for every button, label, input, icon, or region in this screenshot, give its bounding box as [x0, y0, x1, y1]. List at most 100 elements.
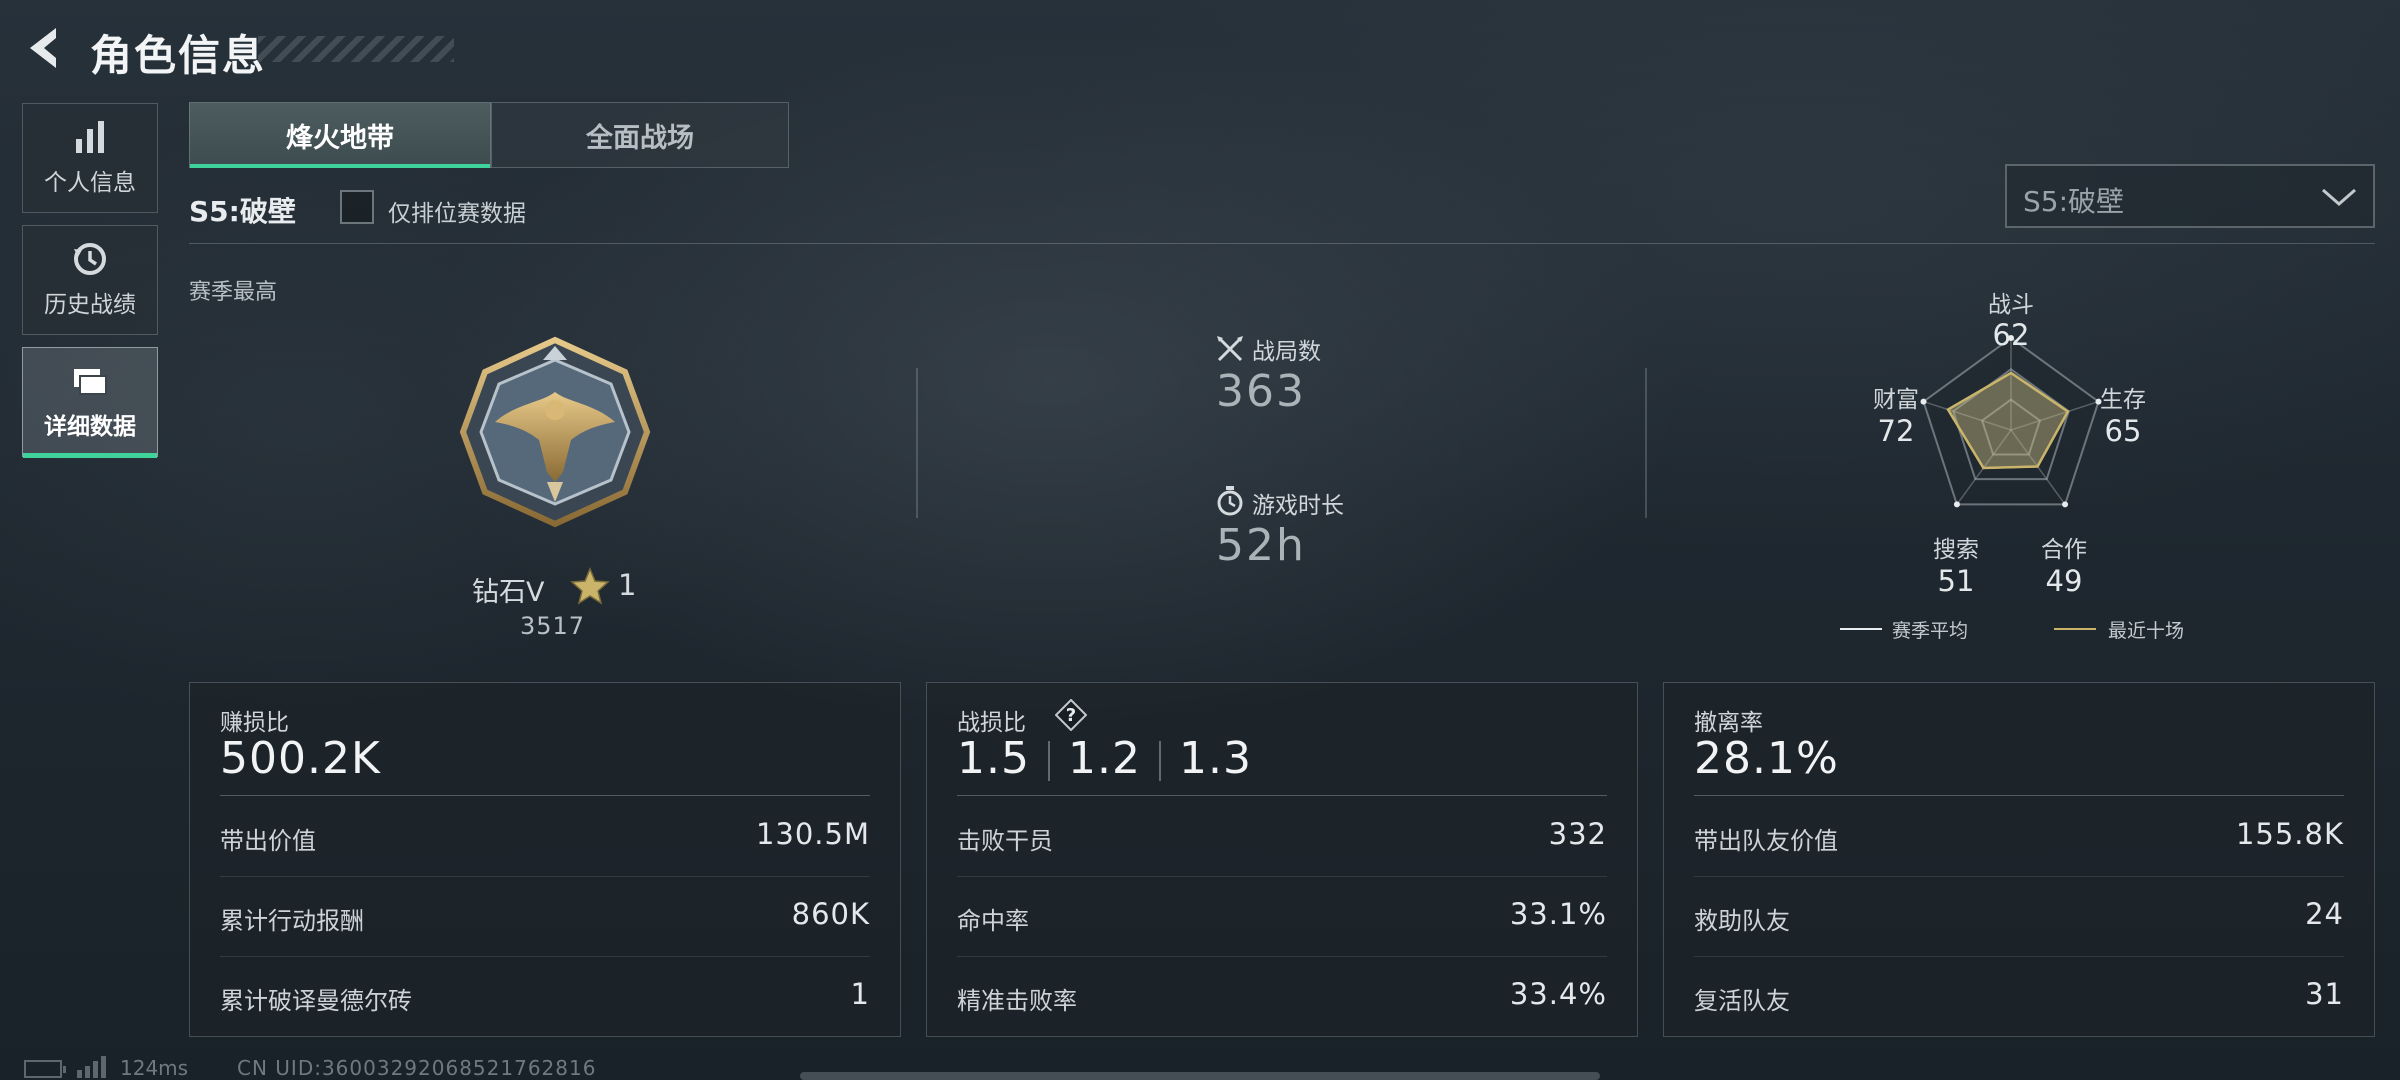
page-title: 角色信息	[90, 31, 267, 80]
ranked-only-label: 仅排位赛数据	[388, 201, 526, 227]
crossed-swords-icon	[1217, 336, 1243, 362]
stat-value: 332	[1548, 817, 1607, 851]
list-item: 累计破译曼德尔砖 1	[220, 957, 870, 1037]
divider	[916, 368, 918, 518]
radar-label: 合作	[2041, 537, 2087, 563]
list-item: 带出队友价值 155.8K	[1694, 797, 2344, 877]
sidebar-item-label: 详细数据	[44, 414, 136, 440]
card-title: 赚损比	[220, 710, 289, 736]
legend-season-average-swatch	[1840, 628, 1882, 630]
player-uid: CN UID:36003292068521762816	[237, 1056, 597, 1080]
stat-value: 33.4%	[1509, 977, 1607, 1011]
rank-name: 钻石V	[472, 577, 545, 608]
tab-full-battlefield[interactable]: 全面战场	[491, 102, 789, 168]
back-arrow-icon	[30, 28, 56, 68]
stat-value: 1	[850, 977, 870, 1011]
radar-value: 65	[2104, 414, 2142, 448]
combat-card: 战损比 ? 1.5 1.2 1.3 击败干员 332 命中率 33.1% 精准击败率…	[926, 682, 1638, 1037]
list-item: 复活队友 31	[1694, 957, 2344, 1037]
back-button[interactable]	[22, 24, 68, 72]
list-item: 精准击败率 33.4%	[957, 957, 1607, 1037]
svg-text:?: ?	[1066, 705, 1076, 726]
list-item: 救助队友 24	[1694, 877, 2344, 957]
ratio-value: 1.2	[1067, 733, 1141, 784]
playtime-value: 52h	[1216, 520, 1306, 571]
season-best-label: 赛季最高	[189, 280, 278, 305]
bar-chart-icon	[76, 121, 104, 153]
cards-icon	[74, 369, 107, 395]
battery-icon	[24, 1060, 66, 1078]
rank-score: 3517	[520, 612, 586, 640]
stat-label: 精准击败率	[957, 987, 1077, 1015]
divider	[1047, 741, 1050, 781]
stat-value: 24	[2305, 897, 2344, 931]
radar-label: 搜索	[1933, 537, 1979, 563]
chevron-down-icon	[2322, 188, 2356, 206]
divider	[189, 243, 2375, 244]
ping-value: 124ms	[120, 1056, 189, 1080]
sidebar-item-label: 历史战绩	[44, 292, 136, 318]
list-item: 命中率 33.1%	[957, 877, 1607, 957]
horizontal-scrollbar[interactable]	[800, 1072, 1600, 1080]
sidebar-item-detailed-data[interactable]: 详细数据	[22, 347, 158, 458]
ranked-only-checkbox[interactable]	[340, 190, 374, 224]
radar-label: 生存	[2100, 387, 2146, 413]
stat-label: 带出队友价值	[1694, 827, 1838, 855]
profit-card: 赚损比 500.2K 带出价值 130.5M 累计行动报酬 860K 累计破译曼…	[189, 682, 901, 1037]
divider	[220, 795, 870, 796]
ratio-value: 1.5	[957, 733, 1030, 784]
rank-stars-count: 1	[618, 568, 637, 602]
matches-label: 战局数	[1252, 339, 1321, 365]
radar-value: 51	[1937, 564, 1975, 598]
card-title: 战损比	[957, 710, 1026, 736]
divider	[1645, 368, 1647, 518]
rank-medal-icon	[459, 336, 651, 528]
stat-label: 击败干员	[957, 827, 1053, 855]
radar-axis-point	[1953, 501, 1960, 508]
stat-label: 带出价值	[220, 827, 316, 855]
stat-label: 复活队友	[1694, 987, 1790, 1015]
season-dropdown[interactable]: S5:破壁	[2005, 164, 2375, 228]
stat-label: 救助队友	[1694, 907, 1790, 935]
season-label: S5:破壁	[189, 195, 296, 228]
radar-axis-point	[2062, 501, 2069, 508]
ratio-value: 1.3	[1178, 733, 1252, 784]
stat-value: 31	[2305, 977, 2344, 1011]
legend-recent-ten-swatch	[2054, 628, 2096, 630]
card-main-value: 28.1%	[1694, 733, 1839, 784]
divider	[1158, 741, 1161, 781]
radar-value: 72	[1877, 414, 1915, 448]
matches-value: 363	[1216, 366, 1306, 417]
card-main-value: 500.2K	[220, 733, 381, 784]
legend-recent-ten: 最近十场	[2108, 620, 2185, 642]
radar-value: 62	[1992, 318, 2030, 352]
stat-value: 130.5M	[755, 817, 870, 851]
history-icon	[74, 243, 106, 275]
sidebar-item-personal-info[interactable]: 个人信息	[22, 103, 158, 213]
stat-value: 155.8K	[2235, 817, 2344, 851]
extract-card: 撤离率 28.1% 带出队友价值 155.8K 救助队友 24 复活队友 31	[1663, 682, 2375, 1037]
legend-season-average: 赛季平均	[1892, 620, 1969, 642]
list-item: 带出价值 130.5M	[220, 797, 870, 877]
season-dropdown-value: S5:破壁	[2023, 185, 2125, 218]
divider	[1694, 795, 2344, 796]
sidebar-item-label: 个人信息	[44, 170, 136, 196]
stat-label: 累计破译曼德尔砖	[220, 987, 412, 1015]
stopwatch-icon	[1217, 486, 1243, 516]
tab-haz-zone[interactable]: 烽火地带	[189, 102, 491, 168]
playtime-label: 游戏时长	[1252, 493, 1344, 519]
sidebar-item-history[interactable]: 历史战绩	[22, 225, 158, 335]
list-item: 击败干员 332	[957, 797, 1607, 877]
help-icon[interactable]: ?	[1055, 699, 1087, 731]
stat-value: 33.1%	[1509, 897, 1607, 931]
radar-value: 49	[2045, 564, 2083, 598]
divider	[957, 795, 1607, 796]
stat-label: 累计行动报酬	[220, 907, 364, 935]
stat-label: 命中率	[957, 907, 1029, 935]
title-decoration	[258, 36, 454, 62]
combat-ratios: 1.5 1.2 1.3	[957, 733, 1252, 784]
list-item: 累计行动报酬 860K	[220, 877, 870, 957]
radar-label: 财富	[1873, 387, 1919, 413]
signal-icon	[77, 1056, 106, 1078]
card-title: 撤离率	[1694, 710, 1763, 736]
